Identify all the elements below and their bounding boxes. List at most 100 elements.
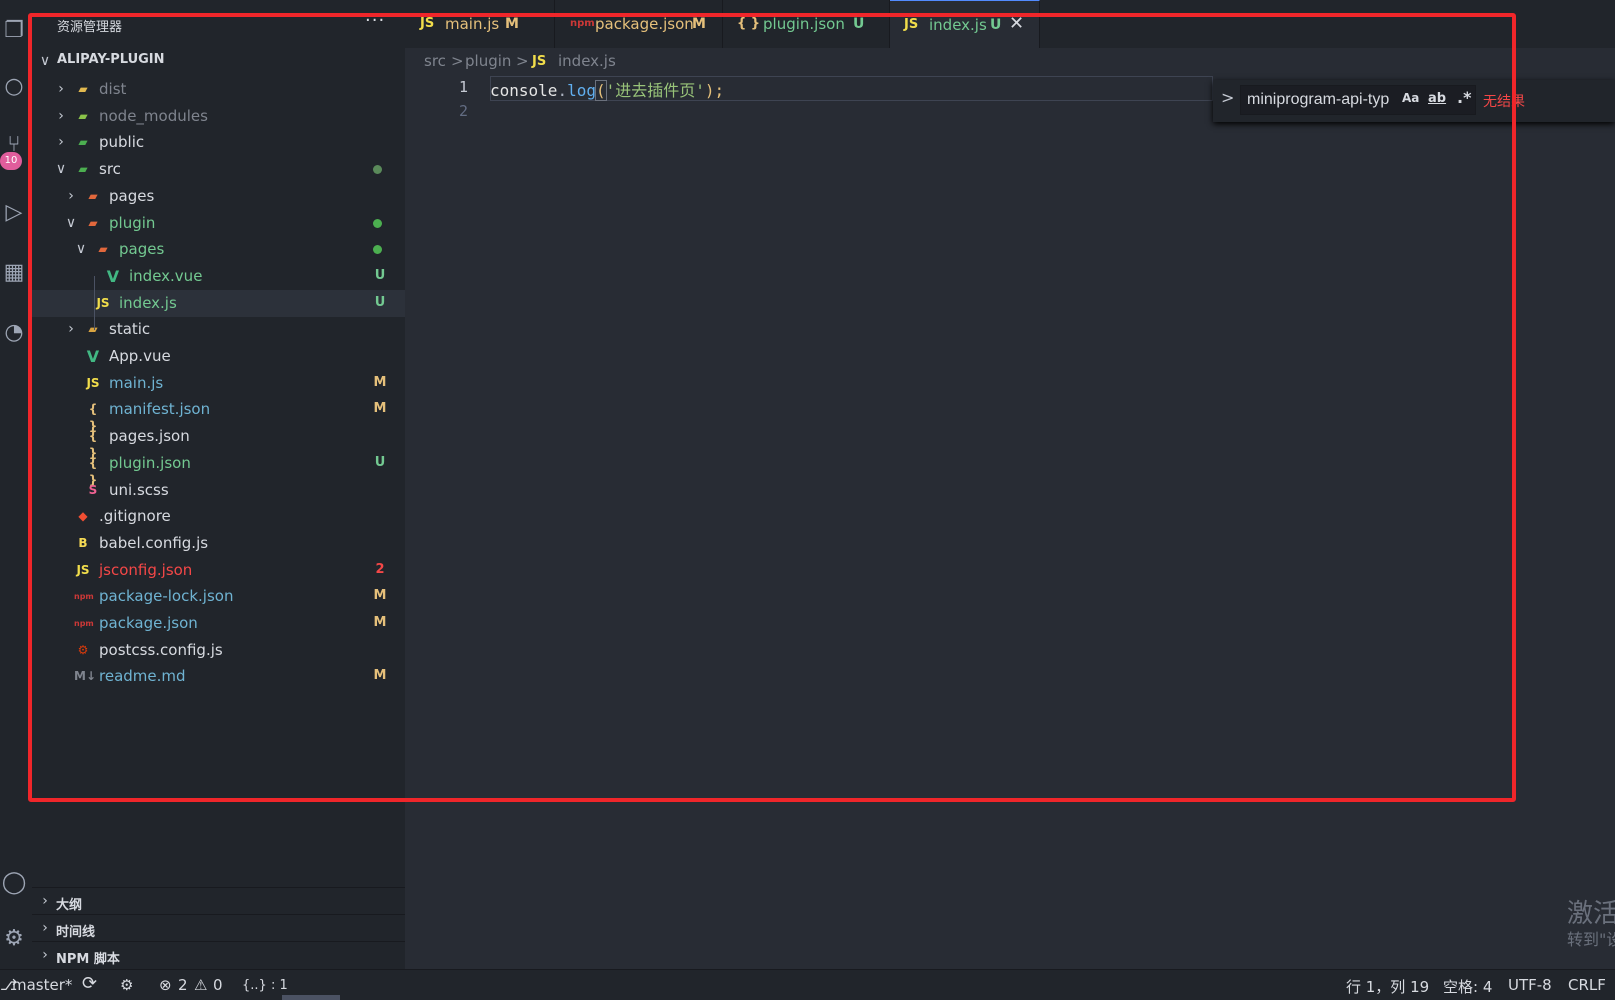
tree-item[interactable]: › ▰ static [32,316,405,343]
jsconfig-file-icon: JS [76,562,90,577]
tree-item[interactable]: V App.vue [32,343,405,370]
warning-count[interactable]: 0 [213,976,223,994]
activation-watermark: 激活 [1567,899,1615,929]
line-number: 2 [458,102,468,120]
tree-item[interactable]: › ▰ dist [32,76,405,103]
tree-item[interactable]: JS jsconfig.json 2 [32,557,405,584]
extensions-icon[interactable]: ▦ [0,258,28,288]
tree-item[interactable]: ∨ ▰ src [32,156,405,183]
warning-icon: ⚠ [194,976,208,994]
sync-icon[interactable]: ⟳ [82,973,97,994]
account-icon[interactable]: ◯ [0,868,28,898]
tab-main-js[interactable]: JS main.js M [405,0,555,48]
git-branch[interactable]: master* [12,976,72,994]
encoding[interactable]: UTF-8 [1508,976,1552,994]
error-count[interactable]: 2 [178,976,188,994]
tab-label: main.js [445,15,500,33]
tree-item[interactable]: › ▰ node_modules [32,103,405,130]
code-editor[interactable]: 1 2 console.log('进去插件页'); [405,72,1615,969]
tree-item[interactable]: ⚙ postcss.config.js [32,637,405,664]
indentation[interactable]: 空格: 4 [1443,976,1492,997]
tree-item[interactable]: M↓ readme.md M [32,663,405,690]
chevron-right-icon[interactable]: › [54,135,68,149]
tree-item[interactable]: JS main.js M [32,370,405,397]
tree-item[interactable]: › ▰ public [32,129,405,156]
code-object: console [490,81,558,100]
chevron-right-icon[interactable]: › [54,82,68,96]
tab-badge: M [692,16,706,32]
tab-index-js[interactable]: JS index.js U ✕ [890,0,1040,48]
tree-item-label: App.vue [109,347,171,365]
tree-item-label: jsconfig.json [99,560,193,579]
chevron-down-icon[interactable]: ∨ [54,162,68,176]
tree-item[interactable]: Suni.scss [32,477,405,504]
cursor-position[interactable]: 行 1，列 19 [1346,976,1429,997]
tree-item-label: package.json [99,614,198,632]
tree-item-label: manifest.json [109,400,211,419]
more-actions-icon[interactable]: ··· [365,10,385,31]
panel-outline-label: 大纲 [56,898,83,913]
selection-info[interactable]: {..} : 1 [242,978,288,993]
breadcrumb-file[interactable]: index.js [558,52,616,70]
tree-item[interactable]: ∨ ▰ plugin [32,210,405,237]
tab-label: package.json [595,15,694,33]
chevron-right-icon[interactable]: › [54,109,68,123]
panel-npm-scripts[interactable]: › NPM 脚本 [32,941,405,968]
code-line-1[interactable]: console.log('进去插件页'); [490,77,724,101]
tree-item-label: readme.md [99,667,186,686]
tree-item[interactable]: ∨ ▰ pages [32,236,405,263]
panel-timeline-label: 时间线 [56,925,96,940]
panel-outline[interactable]: › 大纲 [32,887,405,914]
tree-item[interactable]: Bbabel.config.js [32,530,405,557]
breadcrumb-plugin[interactable]: plugin [465,52,511,70]
json-file-icon: { } [737,16,761,31]
chevron-right-icon[interactable]: › [64,322,78,336]
tab-plugin-json[interactable]: { } plugin.json U [723,0,890,48]
tree-item[interactable]: npm package.json M [32,610,405,637]
breadcrumb-src[interactable]: src [424,52,446,70]
chevron-right-icon: › [42,893,48,909]
npm-file-icon: npm [74,592,94,602]
tree-item[interactable]: Vindex.vue U [32,263,405,290]
tree-item[interactable]: { } pages.json [32,423,405,460]
run-debug-icon[interactable]: ▷ [0,198,28,228]
git-file-icon: ◆ [78,509,88,524]
match-whole-word-icon[interactable]: ab [1428,91,1446,106]
git-status-badge: M [373,374,387,390]
tree-item[interactable]: JS index.js U [32,289,405,317]
workspace-root[interactable]: ∨ ALIPAY-PLUGIN [32,48,405,74]
tab-label: plugin.json [763,15,845,33]
match-case-icon[interactable]: Aa [1402,91,1419,105]
tree-item[interactable]: { } plugin.json U [32,450,405,487]
chevron-right-icon[interactable]: › [64,189,78,203]
horizontal-scrollbar[interactable] [282,995,340,1000]
line-ending[interactable]: CRLF [1568,976,1606,994]
settings-gear-icon[interactable]: ⚙ [0,924,28,954]
use-regex-icon[interactable]: .* [1457,88,1471,107]
tree-item[interactable]: › ▰ pages [32,183,405,210]
git-graph-icon[interactable]: ◔ [0,318,28,348]
search-icon[interactable]: ○ [0,72,28,102]
chevron-down-icon[interactable]: ∨ [74,242,88,256]
tab-package-json[interactable]: npm package.json M [555,0,723,48]
find-replace-toggle-icon[interactable]: > [1221,88,1234,107]
vue-file-icon: V [106,266,120,286]
tree-item-label: pages [109,186,155,205]
close-icon[interactable]: ✕ [1009,13,1024,34]
panel-timeline[interactable]: › 时间线 [32,914,405,941]
chevron-down-icon: ∨ [39,53,51,69]
chevron-down-icon[interactable]: ∨ [64,216,78,230]
folder-pages-icon: ▰ [88,188,98,203]
files-icon[interactable]: ❐ [0,16,28,46]
tree-item[interactable]: ◆ .gitignore [32,503,405,530]
modified-dot-icon [373,218,382,228]
explorer-sidebar: 资源管理器 ··· ∨ ALIPAY-PLUGIN › ▰ dist › ▰ node_m… [32,0,405,969]
tree-item[interactable]: npm package-lock.json M [32,583,405,610]
tree-item-label: index.js [119,293,177,312]
git-status-badge: M [373,668,387,684]
activation-watermark-sub: 转到"设 [1567,930,1615,949]
tree-item-label: babel.config.js [99,533,209,552]
git-graph-status-icon[interactable]: ⚙ [120,976,133,994]
tree-item[interactable]: { } manifest.json M [32,396,405,433]
code-paren-open: ( [595,80,607,101]
